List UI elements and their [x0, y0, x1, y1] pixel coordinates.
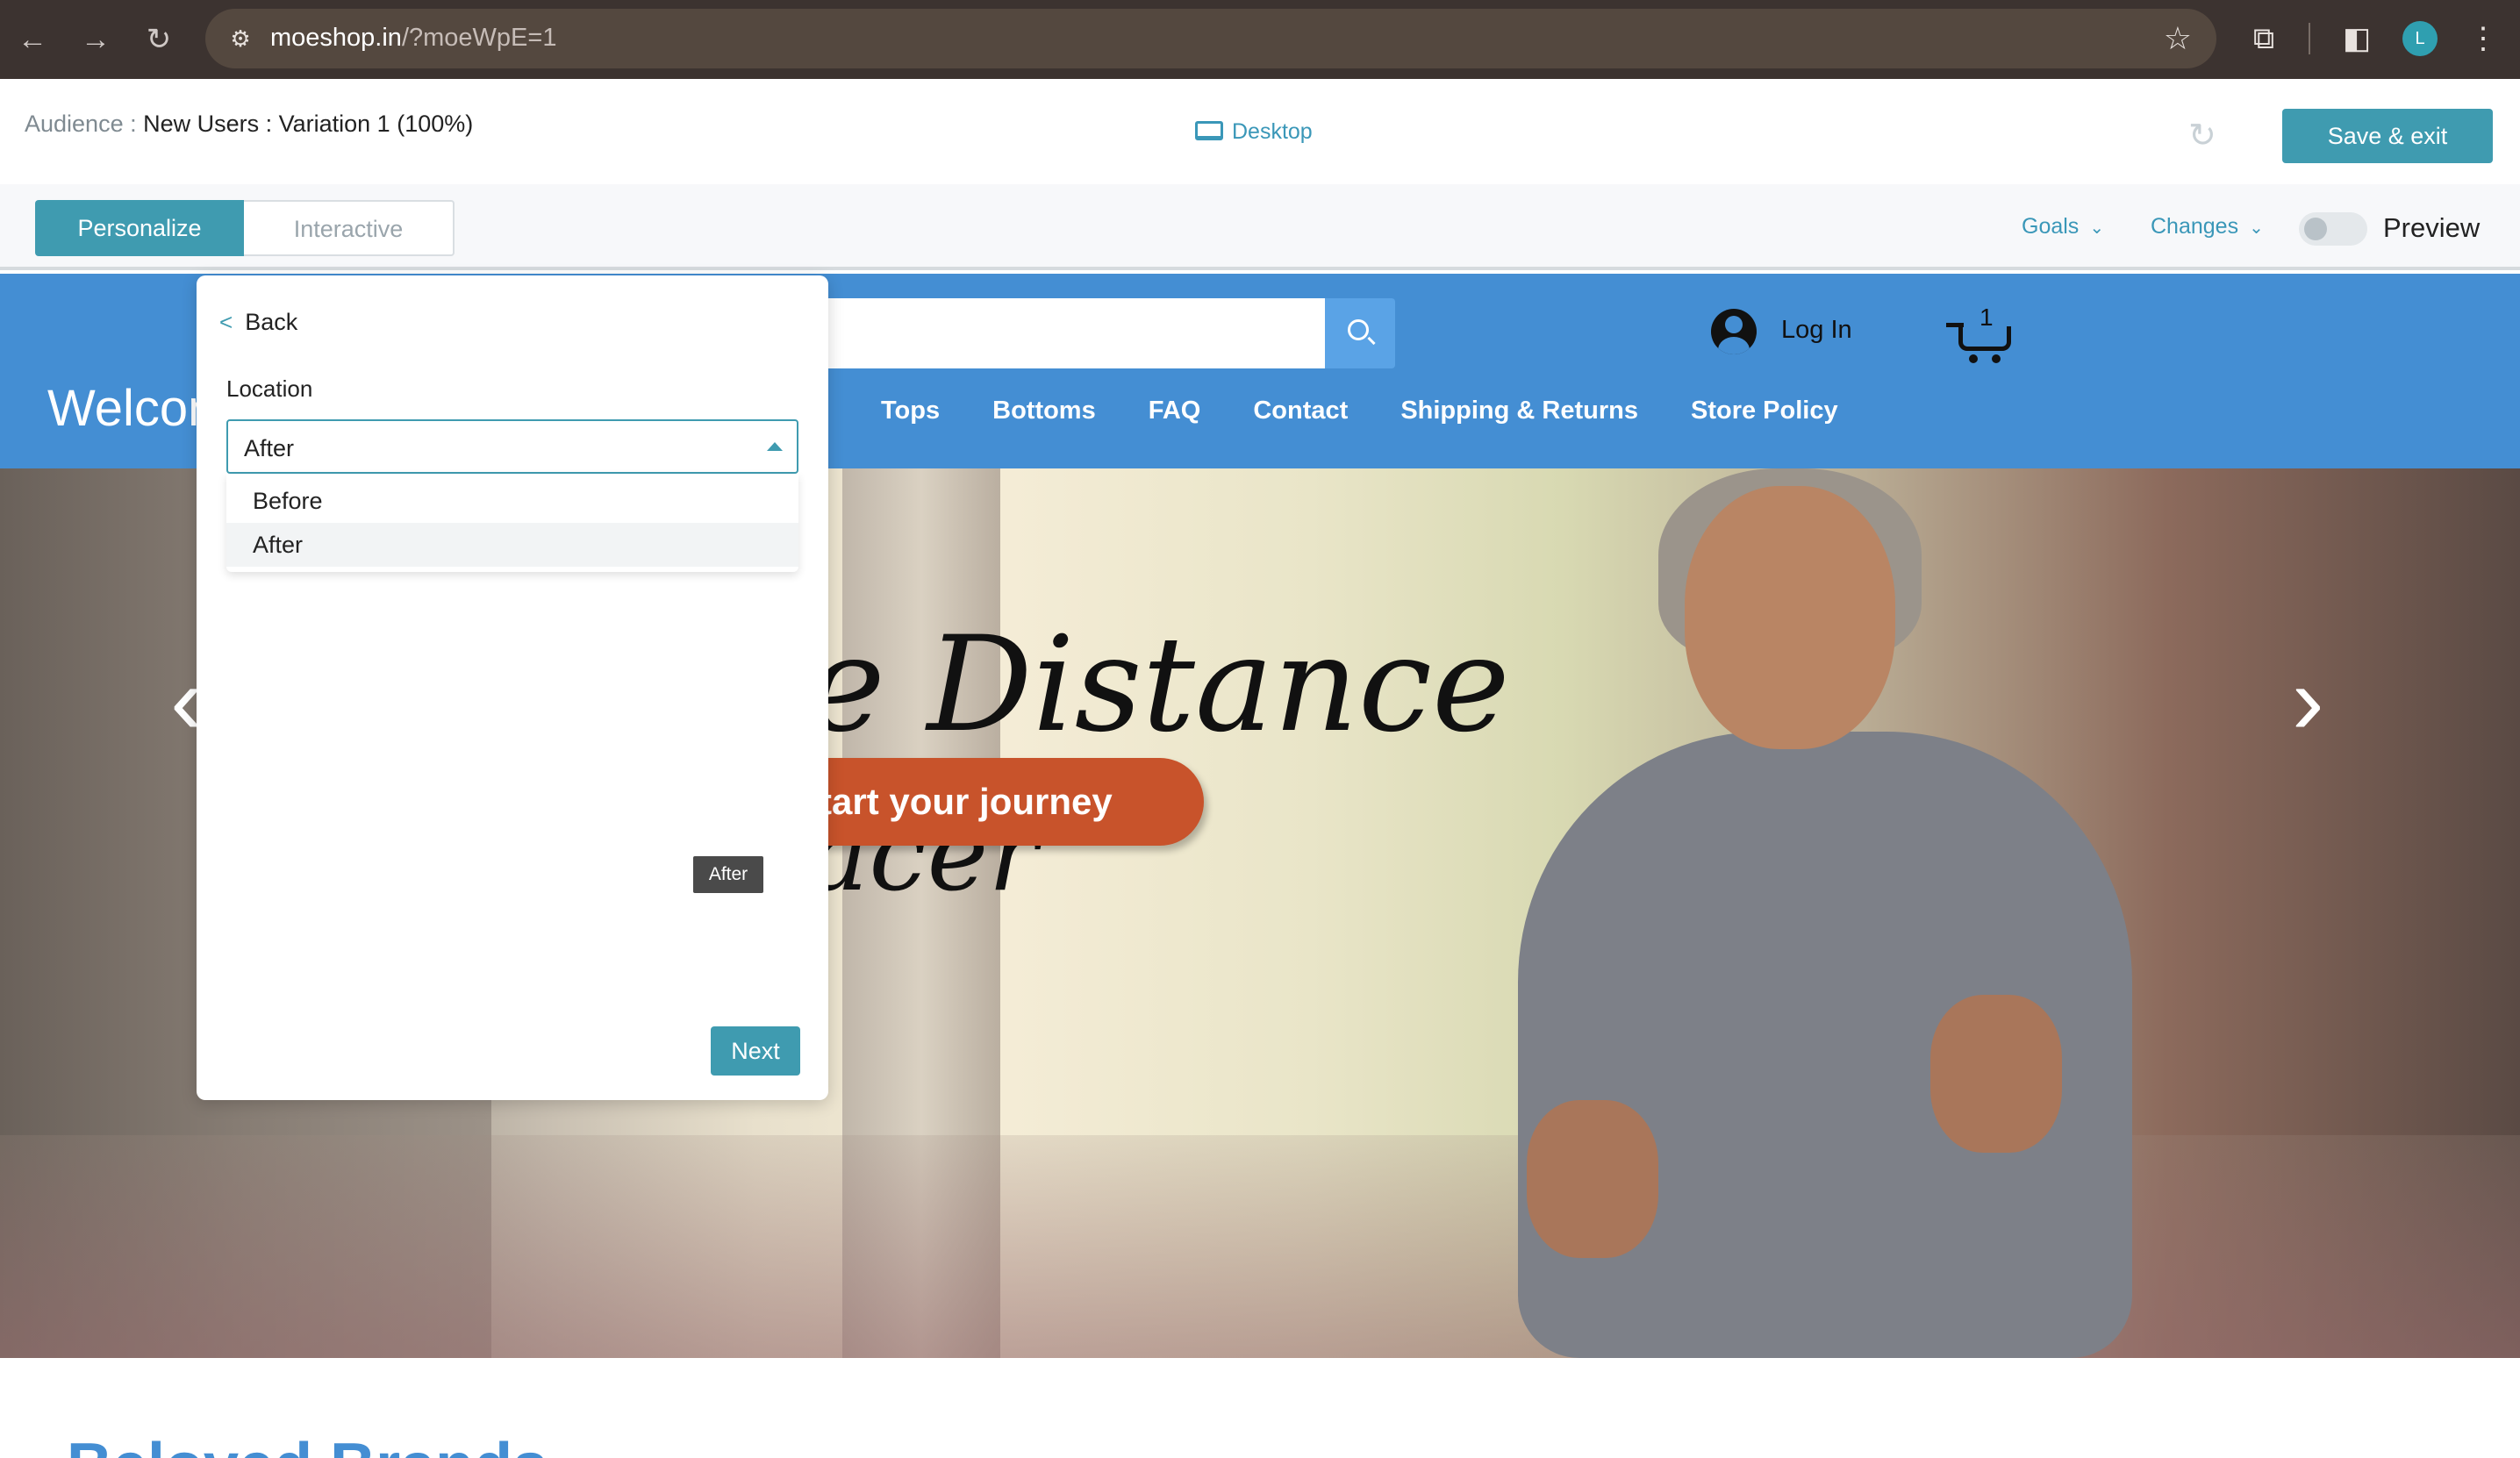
- editor-header: Audience : New Users : Variation 1 (100%…: [0, 79, 2520, 184]
- user-icon[interactable]: [1711, 309, 1757, 354]
- nav-item-store-policy[interactable]: Store Policy: [1691, 397, 1838, 425]
- back-arrow-icon[interactable]: ←: [12, 19, 53, 60]
- location-panel: < Back Location After Before After After …: [197, 275, 828, 1100]
- chevron-down-icon: ⌄: [2089, 218, 2105, 238]
- refresh-icon[interactable]: ↻: [2188, 116, 2216, 155]
- laptop-icon: [1195, 121, 1223, 140]
- location-options: Before After: [226, 474, 798, 572]
- search-icon: [1348, 319, 1369, 340]
- option-before[interactable]: Before: [226, 479, 798, 523]
- mode-toolbar: Personalize Interactive Goals ⌄ Changes ⌄ …: [0, 184, 2520, 270]
- location-label: Location: [226, 375, 313, 402]
- tab-interactive[interactable]: Interactive: [244, 200, 455, 256]
- extensions-icon[interactable]: ⧉: [2243, 18, 2285, 60]
- option-after[interactable]: After: [226, 523, 798, 567]
- audience-info: Audience : New Users : Variation 1 (100%…: [25, 111, 474, 137]
- profile-avatar[interactable]: L: [2402, 21, 2438, 56]
- save-exit-button[interactable]: Save & exit: [2282, 109, 2493, 163]
- next-button[interactable]: Next: [711, 1026, 800, 1076]
- chevron-left-icon: <: [219, 309, 233, 335]
- reload-icon[interactable]: ↻: [139, 19, 179, 60]
- caret-up-icon: [767, 442, 783, 451]
- chevron-down-icon: ⌄: [2249, 218, 2264, 238]
- location-select[interactable]: After: [226, 419, 798, 474]
- site-nav: Tops Bottoms FAQ Contact Shipping & Returns S…: [881, 397, 1891, 425]
- preview-toggle[interactable]: [2299, 212, 2367, 246]
- nav-item-bottoms[interactable]: Bottoms: [992, 397, 1096, 425]
- nav-item-contact[interactable]: Contact: [1253, 397, 1348, 425]
- nav-item-shipping[interactable]: Shipping & Returns: [1400, 397, 1638, 425]
- browser-menu-icon[interactable]: ⋮: [2462, 18, 2504, 60]
- site-welcome-title: Welcon: [47, 380, 217, 437]
- url-text[interactable]: moeshop.in/?moeWpE=1: [270, 24, 556, 53]
- toolbar-divider: [2309, 23, 2310, 54]
- side-panel-icon[interactable]: ◧: [2336, 18, 2378, 60]
- start-journey-button[interactable]: tart your journey: [790, 758, 1204, 846]
- toggle-knob: [2304, 218, 2327, 240]
- cart-count: 1: [1979, 304, 1994, 331]
- back-button[interactable]: < Back: [219, 309, 297, 336]
- location-select-value: After: [244, 435, 295, 461]
- nav-item-faq[interactable]: FAQ: [1149, 397, 1201, 425]
- tooltip: After: [693, 856, 763, 893]
- changes-dropdown[interactable]: Changes ⌄: [2151, 214, 2264, 239]
- section-title: Beloved Brands: [67, 1430, 548, 1458]
- site-settings-icon[interactable]: ⚙: [223, 21, 258, 56]
- browser-toolbar: ← → ↻ ⚙ moeshop.in/?moeWpE=1 ☆ ⧉ ◧ L ⋮: [0, 0, 2520, 79]
- device-selector[interactable]: Desktop: [1195, 119, 1313, 145]
- login-link[interactable]: Log In: [1781, 316, 1852, 345]
- site-search-button[interactable]: [1325, 298, 1395, 368]
- nav-item-tops[interactable]: Tops: [881, 397, 940, 425]
- forward-arrow-icon[interactable]: →: [75, 19, 116, 60]
- site-search-input[interactable]: [790, 298, 1327, 368]
- slider-next-icon[interactable]: ›: [2292, 653, 2324, 749]
- tab-personalize[interactable]: Personalize: [35, 200, 244, 256]
- hero-runner-image: [1492, 468, 2211, 1358]
- cart-icon[interactable]: 1: [1946, 304, 2018, 363]
- goals-dropdown[interactable]: Goals ⌄: [2022, 214, 2104, 239]
- preview-label: Preview: [2383, 212, 2481, 243]
- address-bar[interactable]: ⚙ moeshop.in/?moeWpE=1 ☆: [205, 9, 2216, 68]
- bookmark-star-icon[interactable]: ☆: [2164, 19, 2192, 58]
- hero-headline-line1: e Distance: [807, 609, 1510, 761]
